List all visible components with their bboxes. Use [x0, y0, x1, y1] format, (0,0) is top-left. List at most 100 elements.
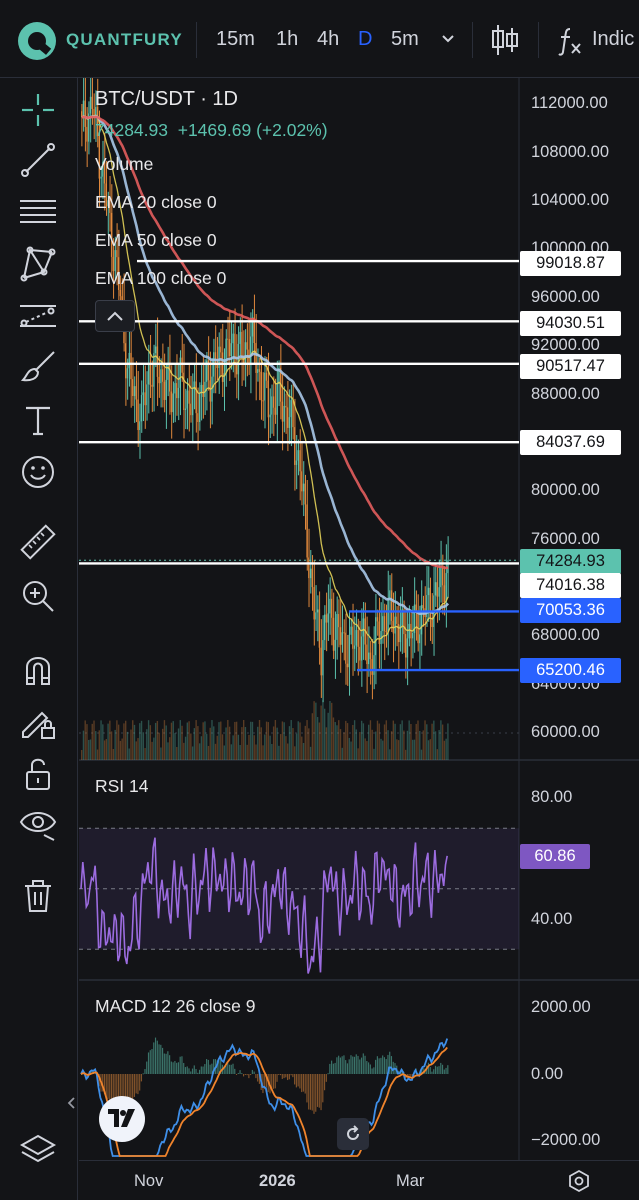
candle-body: [188, 390, 190, 404]
time-axis[interactable]: Nov 2026 Mar: [79, 1160, 639, 1200]
refresh-icon: [347, 1125, 359, 1140]
macd-histogram-bar: [161, 1047, 164, 1074]
text-icon[interactable]: [18, 400, 58, 440]
crosshair-icon[interactable]: [18, 90, 58, 130]
macd-histogram-bar: [427, 1062, 430, 1074]
volume-bar: [390, 731, 393, 760]
timeframe-5m[interactable]: 5m: [391, 28, 419, 51]
ema50-legend[interactable]: EMA 50 close 0: [95, 230, 217, 251]
timeframe-1h[interactable]: 1h: [276, 28, 298, 51]
candle-body: [86, 126, 88, 142]
hline-price-label[interactable]: 70053.36: [520, 598, 621, 623]
divider: [538, 22, 539, 58]
hline-price-label[interactable]: 99018.87: [520, 251, 621, 276]
layers-icon[interactable]: [18, 1130, 58, 1170]
hline-price-label[interactable]: 65200.46: [520, 658, 621, 683]
timeframe-d[interactable]: D: [358, 28, 372, 51]
forecast-icon[interactable]: [18, 296, 58, 336]
volume-bar: [161, 728, 164, 760]
candle-body: [440, 567, 442, 588]
candlestick-type-icon[interactable]: [488, 22, 522, 58]
volume-bar: [172, 721, 174, 760]
ema20-legend[interactable]: EMA 20 close 0: [95, 192, 217, 213]
emoji-icon[interactable]: [18, 452, 58, 492]
lock-drawing-icon[interactable]: [18, 702, 58, 742]
macd-legend[interactable]: MACD 12 26 close 9: [95, 996, 256, 1017]
zoom-in-icon[interactable]: [18, 576, 58, 616]
volume-bar: [434, 731, 437, 760]
volume-bar: [417, 720, 419, 760]
macd-histogram-bar: [385, 1059, 387, 1074]
hline-price-label[interactable]: 74016.38: [520, 573, 621, 598]
hline-price-label[interactable]: 84037.69: [520, 430, 621, 455]
volume-bar: [301, 736, 303, 760]
volume-bar: [246, 744, 248, 760]
pattern-icon[interactable]: [18, 244, 58, 284]
symbol-title[interactable]: BTC/USDT · 1D: [95, 88, 238, 111]
volume-bar: [170, 722, 173, 760]
candle-body: [225, 338, 227, 374]
macd-histogram-bar: [169, 1055, 171, 1074]
hline-price-label[interactable]: 94030.51: [520, 311, 621, 336]
trash-icon[interactable]: [18, 876, 58, 916]
candle-body: [387, 598, 389, 632]
volume-bar: [348, 737, 350, 760]
chevron-down-icon[interactable]: [440, 30, 456, 46]
candle-body: [130, 352, 132, 380]
trend-line-icon[interactable]: [18, 140, 58, 180]
macd-histogram-bar: [206, 1059, 208, 1074]
volume-bar: [366, 741, 368, 760]
fx-icon: [558, 28, 581, 56]
macd-histogram-bar: [445, 1067, 447, 1074]
macd-histogram-bar: [441, 1064, 444, 1074]
volume-bar: [114, 729, 116, 760]
volume-bar: [211, 720, 213, 760]
volume-bar: [235, 721, 238, 760]
macd-histogram-bar: [151, 1048, 153, 1074]
volume-bar: [91, 723, 93, 760]
indicators-button[interactable]: Indic: [556, 22, 639, 58]
volume-bar: [149, 725, 152, 760]
brush-icon[interactable]: [18, 348, 58, 388]
chart-area[interactable]: BTC/USDT · 1D 74284.93 +1469.69 (+2.02%)…: [79, 78, 639, 1160]
fib-retracement-icon[interactable]: [18, 192, 58, 232]
ema100-legend[interactable]: EMA 100 close 0: [95, 268, 226, 289]
volume-bar: [304, 725, 306, 760]
price-tick: 92000.00: [531, 336, 600, 354]
candle-body: [172, 393, 174, 413]
rsi-legend[interactable]: RSI 14: [95, 776, 149, 797]
candle-body: [198, 393, 201, 423]
ruler-icon[interactable]: [18, 522, 58, 562]
hline-price-label[interactable]: 90517.47: [520, 354, 621, 379]
macd-histogram-bar: [338, 1055, 340, 1074]
time-tick: 2026: [259, 1172, 296, 1190]
timeframe-4h[interactable]: 4h: [317, 28, 339, 51]
volume-bar: [404, 749, 407, 760]
candle-body: [258, 369, 261, 372]
unlock-icon[interactable]: [18, 754, 58, 794]
volume-bar: [346, 723, 349, 760]
magnet-icon[interactable]: [18, 650, 58, 690]
candle-body: [334, 639, 336, 651]
volume-bar: [151, 741, 153, 760]
timeframe-15m[interactable]: 15m: [216, 28, 255, 51]
volume-bar: [364, 738, 366, 760]
chevron-left-icon[interactable]: [65, 1096, 79, 1110]
candle-body: [375, 617, 377, 656]
volume-bar: [250, 721, 252, 760]
candle-body: [438, 587, 440, 597]
volume-bar: [130, 729, 132, 760]
candle-body: [325, 614, 328, 623]
candle-body: [419, 634, 421, 644]
eye-icon[interactable]: [18, 802, 58, 842]
tradingview-logo[interactable]: [99, 1096, 145, 1142]
candle-body: [126, 368, 129, 379]
volume-legend[interactable]: Volume: [95, 154, 153, 175]
reset-chart-button[interactable]: [337, 1118, 369, 1150]
collapse-legend-button[interactable]: [95, 300, 135, 332]
settings-icon[interactable]: [567, 1169, 591, 1193]
candle-body: [309, 568, 312, 579]
candle-body: [306, 504, 308, 558]
candle-body: [264, 372, 266, 401]
volume-bar: [218, 722, 220, 760]
